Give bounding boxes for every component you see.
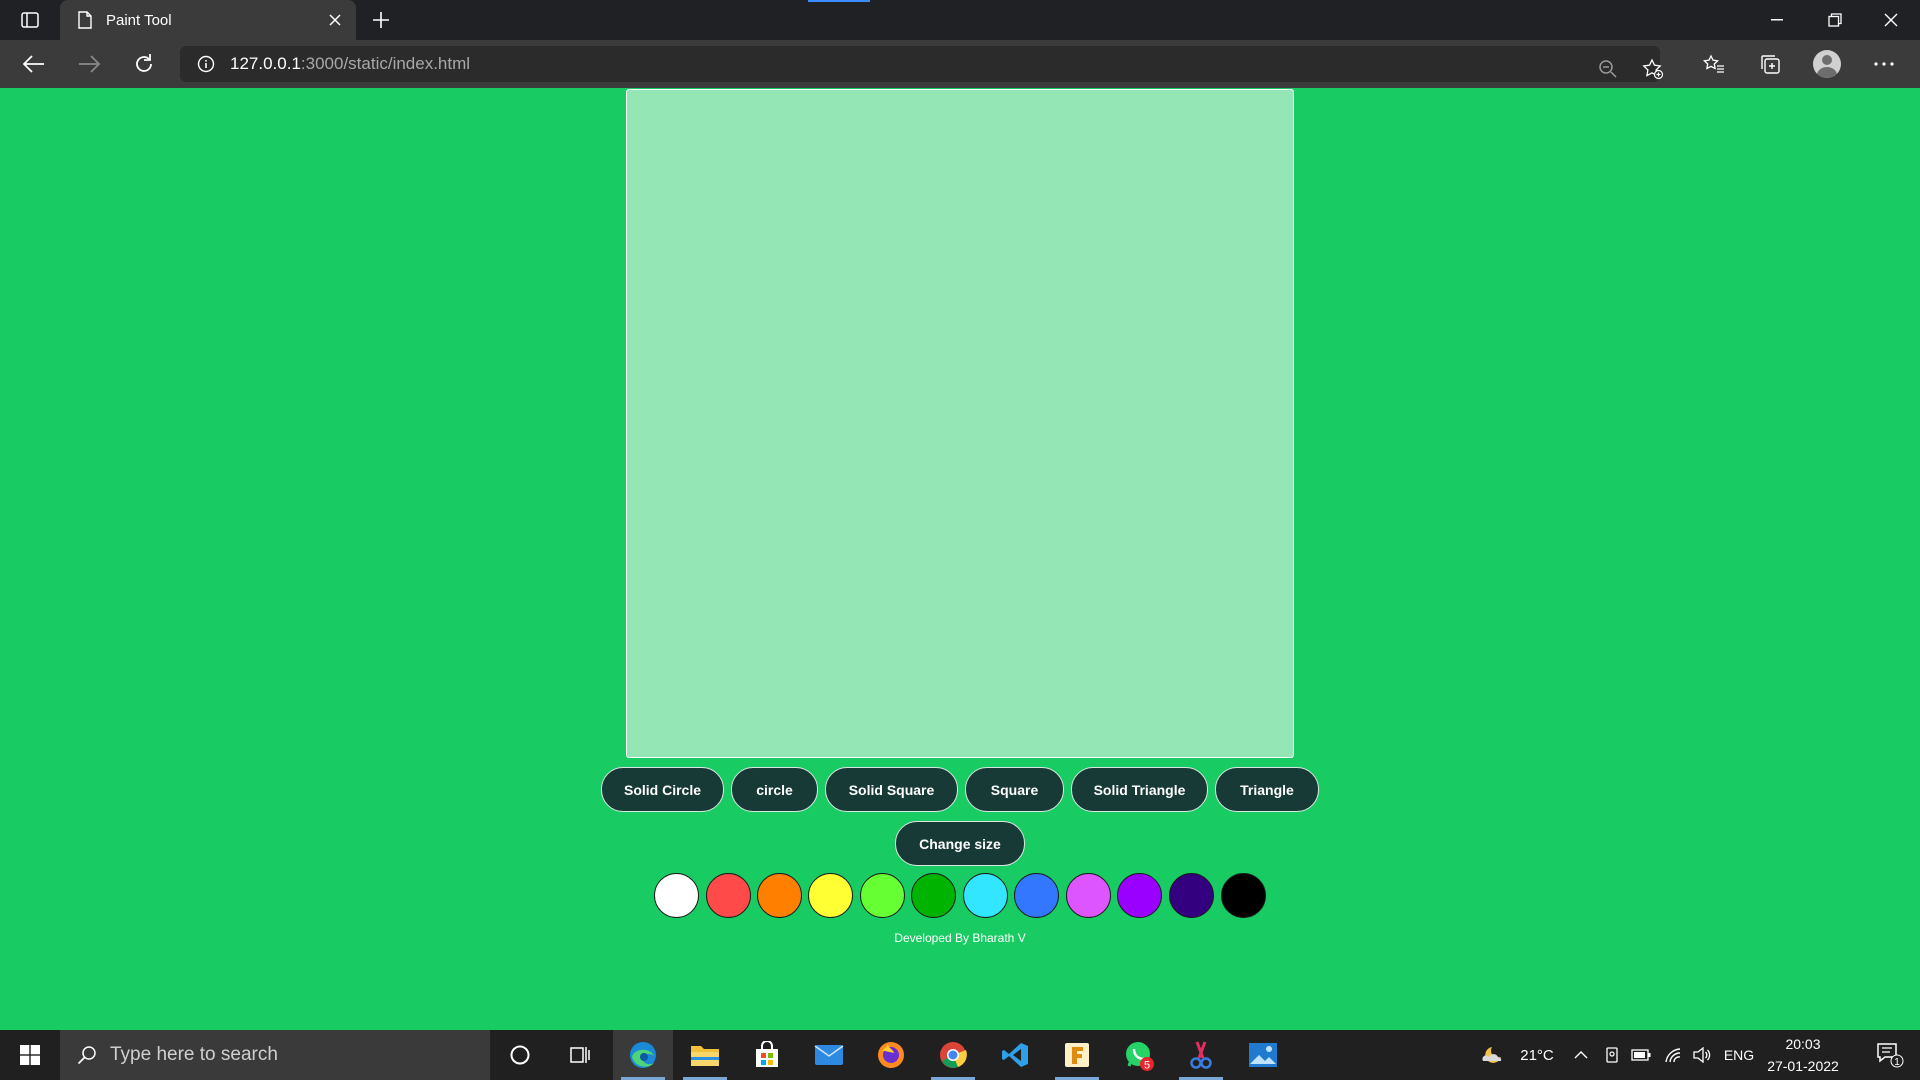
taskbar-search[interactable]: Type here to search: [60, 1030, 490, 1080]
clock-date: 27-01-2022: [1767, 1058, 1839, 1074]
circle-button[interactable]: circle: [731, 767, 818, 812]
whatsapp-icon[interactable]: 5: [1109, 1030, 1169, 1080]
close-window-button[interactable]: [1862, 0, 1920, 40]
color-swatch-black[interactable]: [1221, 873, 1266, 918]
browser-tab-bar: Paint Tool: [0, 0, 1920, 40]
edge-icon[interactable]: [613, 1030, 673, 1080]
back-button[interactable]: [16, 48, 52, 80]
minimize-button[interactable]: [1748, 0, 1806, 40]
color-swatch-purple[interactable]: [1117, 873, 1162, 918]
whatsapp-badge: 5: [1144, 1060, 1150, 1072]
mail-icon[interactable]: [799, 1030, 859, 1080]
notification-center-icon[interactable]: 1: [1862, 1030, 1918, 1080]
photos-icon[interactable]: [1233, 1030, 1293, 1080]
search-icon: [72, 1040, 102, 1070]
developer-credit: Developed By Bharath V: [894, 931, 1026, 945]
search-placeholder: Type here to search: [110, 1044, 278, 1065]
drag-region-indicator: [808, 0, 870, 2]
weather-temperature[interactable]: 21°C: [1512, 1030, 1562, 1080]
zoom-out-icon[interactable]: [1591, 52, 1625, 86]
battery-icon[interactable]: [1628, 1030, 1654, 1080]
favorites-icon[interactable]: [1696, 48, 1732, 80]
drawing-canvas[interactable]: [626, 89, 1294, 758]
new-tab-button[interactable]: [366, 6, 396, 34]
color-swatch-red[interactable]: [706, 873, 751, 918]
solid-circle-button[interactable]: Solid Circle: [601, 767, 724, 812]
color-swatch-indigo[interactable]: [1169, 873, 1214, 918]
add-favorite-icon[interactable]: [1636, 52, 1670, 86]
color-swatch-green[interactable]: [911, 873, 956, 918]
forward-button[interactable]: [71, 48, 107, 80]
color-swatch-light-green[interactable]: [860, 873, 905, 918]
address-bar[interactable]: 127.0.0.1:3000/static/index.html: [180, 46, 1664, 82]
chrome-icon[interactable]: [923, 1030, 983, 1080]
more-options-icon[interactable]: [1866, 48, 1902, 80]
restore-button[interactable]: [1806, 0, 1864, 40]
cortana-icon[interactable]: [490, 1030, 550, 1080]
vscode-icon[interactable]: [985, 1030, 1045, 1080]
close-tab-icon[interactable]: [320, 5, 350, 35]
task-view-icon[interactable]: [550, 1030, 610, 1080]
refresh-button[interactable]: [126, 48, 162, 80]
url-path: :3000/static/index.html: [300, 54, 471, 73]
app-f-icon[interactable]: [1047, 1030, 1107, 1080]
wifi-icon[interactable]: [1660, 1030, 1686, 1080]
tab-title: Paint Tool: [106, 11, 172, 29]
color-swatch-pink[interactable]: [1066, 873, 1111, 918]
page-icon: [74, 9, 96, 31]
color-swatch-yellow[interactable]: [808, 873, 853, 918]
notification-count: 1: [1894, 1057, 1900, 1068]
url-host: 127.0.0.1: [230, 54, 301, 73]
weather-moon-icon[interactable]: [1472, 1030, 1512, 1080]
windows-start-icon[interactable]: [0, 1030, 60, 1080]
snipping-tool-icon[interactable]: [1171, 1030, 1231, 1080]
tab-actions-icon[interactable]: [14, 8, 46, 32]
input-language[interactable]: ENG: [1720, 1030, 1758, 1080]
site-info-icon[interactable]: [188, 46, 224, 82]
profile-avatar[interactable]: [1813, 50, 1841, 78]
clock-time: 20:03: [1785, 1036, 1821, 1052]
microsoft-store-icon[interactable]: [737, 1030, 797, 1080]
volume-icon[interactable]: [1690, 1030, 1714, 1080]
color-swatch-white[interactable]: [654, 873, 699, 918]
windows-taskbar: Type here to search 5 21°C ENG 20:03 27-…: [0, 1030, 1920, 1080]
firefox-icon[interactable]: [861, 1030, 921, 1080]
browser-toolbar: 127.0.0.1:3000/static/index.html: [0, 40, 1920, 88]
change-size-button[interactable]: Change size: [895, 821, 1025, 866]
color-swatch-cyan[interactable]: [963, 873, 1008, 918]
file-explorer-icon[interactable]: [675, 1030, 735, 1080]
url-text: 127.0.0.1:3000/static/index.html: [230, 54, 470, 74]
triangle-button[interactable]: Triangle: [1215, 767, 1319, 812]
show-hidden-icons-chevron-icon[interactable]: [1570, 1030, 1592, 1080]
taskbar-clock[interactable]: 20:03 27-01-2022: [1760, 1030, 1846, 1080]
solid-square-button[interactable]: Solid Square: [825, 767, 958, 812]
browser-tab[interactable]: Paint Tool: [60, 0, 356, 40]
color-swatch-orange[interactable]: [757, 873, 802, 918]
solid-triangle-button[interactable]: Solid Triangle: [1071, 767, 1208, 812]
meet-now-icon[interactable]: [1600, 1030, 1624, 1080]
collections-icon[interactable]: [1752, 48, 1788, 80]
color-swatch-blue[interactable]: [1014, 873, 1059, 918]
square-button[interactable]: Square: [965, 767, 1064, 812]
